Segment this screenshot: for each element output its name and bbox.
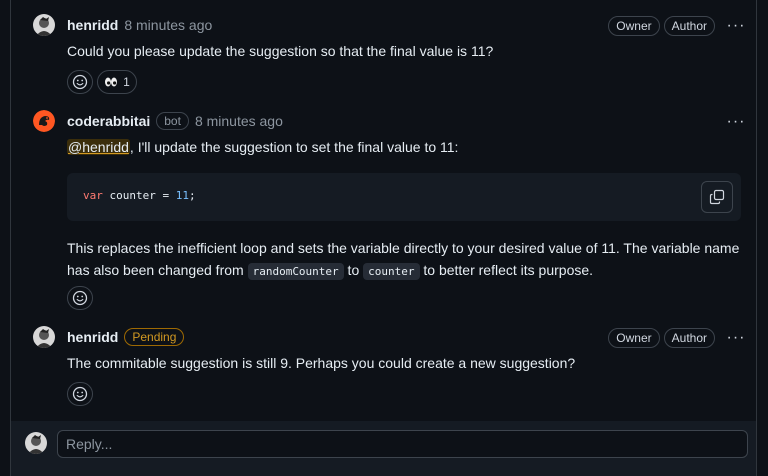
comment-body: Could you please update the suggestion s… <box>67 43 494 59</box>
pending-badge: Pending <box>124 328 185 346</box>
owner-badge: Owner <box>608 16 660 36</box>
avatar-henridd[interactable] <box>33 326 55 348</box>
intro-text: , I'll update the suggestion to set the … <box>129 139 459 155</box>
avatar-henridd[interactable] <box>33 14 55 36</box>
comment-author[interactable]: coderabbitai <box>67 113 150 129</box>
add-reaction-button[interactable] <box>67 70 93 94</box>
kebab-horizontal-icon[interactable]: ··· <box>725 16 747 36</box>
comment-author[interactable]: henridd <box>67 17 118 33</box>
owner-badge: Owner <box>608 328 660 348</box>
copy-icon <box>709 189 725 205</box>
inline-code-new-name: counter <box>363 263 420 280</box>
code-number: 11 <box>175 189 189 202</box>
author-badge: Author <box>663 16 715 36</box>
smiley-icon <box>72 386 88 402</box>
smiley-icon <box>72 74 88 90</box>
explanation-part2: to better reflect its purpose. <box>419 262 594 278</box>
reply-input[interactable] <box>57 430 748 458</box>
explanation-to: to <box>343 262 364 278</box>
comment-explanation: This replaces the inefficient loop and s… <box>67 237 747 283</box>
code-block: var counter = 11; <box>67 173 741 221</box>
reaction-count: 1 <box>123 75 130 89</box>
comment-body: The commitable suggestion is still 9. Pe… <box>67 355 576 371</box>
comment-coderabbitai: coderabbitai bot 8 minutes ago ··· @henr… <box>33 110 757 312</box>
eyes-icon <box>105 77 118 87</box>
author-badge: Author <box>663 328 715 348</box>
comment-timestamp[interactable]: 8 minutes ago <box>124 17 212 33</box>
kebab-horizontal-icon[interactable]: ··· <box>725 328 747 348</box>
add-reaction-button[interactable] <box>67 286 93 310</box>
avatar-coderabbitai[interactable] <box>33 110 55 132</box>
comment-henridd-1: henridd 8 minutes ago Owner Author ··· C… <box>33 14 757 98</box>
avatar-current-user <box>25 432 47 454</box>
comment-timestamp[interactable]: 8 minutes ago <box>195 113 283 129</box>
code-keyword: var <box>83 189 103 202</box>
conversation-thread: henridd 8 minutes ago Owner Author ··· C… <box>10 0 757 476</box>
bot-badge: bot <box>156 112 189 130</box>
copy-button[interactable] <box>701 181 733 213</box>
comment-intro: @henridd, I'll update the suggestion to … <box>67 137 747 158</box>
comment-author[interactable]: henridd <box>67 329 118 345</box>
code-identifier: counter = <box>102 189 176 202</box>
reply-area <box>11 421 756 476</box>
add-reaction-button[interactable] <box>67 382 93 406</box>
kebab-horizontal-icon[interactable]: ··· <box>725 112 747 132</box>
inline-code-old-name: randomCounter <box>247 263 344 280</box>
comment-henridd-2: henridd Pending Owner Author ··· The com… <box>33 326 757 410</box>
code-end: ; <box>188 189 196 202</box>
user-mention-link[interactable]: @henridd <box>67 139 130 155</box>
code-line: var counter = 11; <box>83 189 196 202</box>
reaction-eyes-button[interactable]: 1 <box>97 70 137 94</box>
smiley-icon <box>72 290 88 306</box>
